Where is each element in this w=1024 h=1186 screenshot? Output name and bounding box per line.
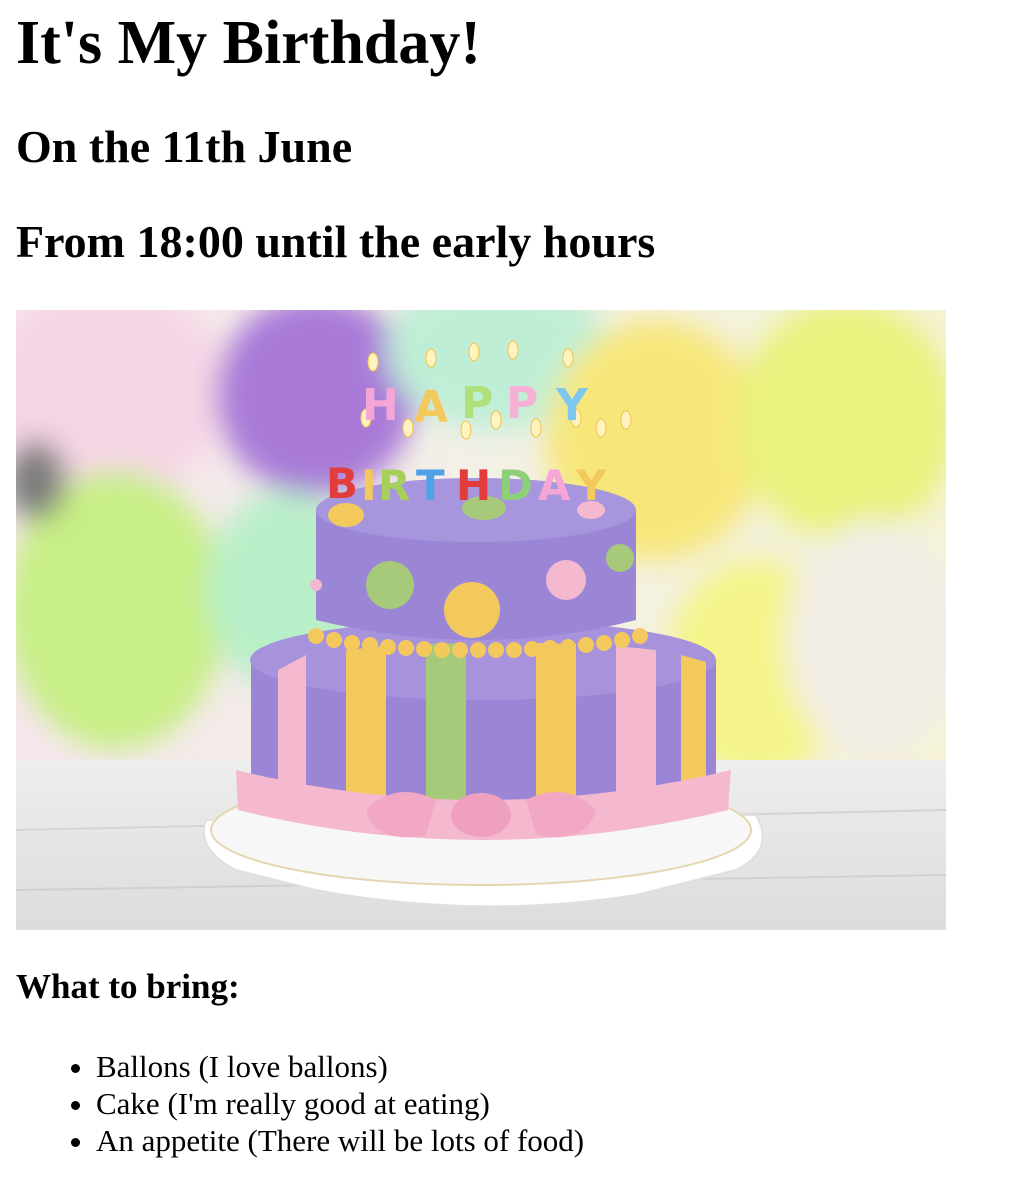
- page-title: It's My Birthday!: [16, 9, 481, 77]
- bring-heading: What to bring:: [16, 967, 240, 1006]
- svg-text:P: P: [506, 378, 538, 429]
- bring-list: Ballons (I love ballons) Cake (I'm reall…: [16, 1048, 584, 1159]
- svg-text:I: I: [361, 461, 377, 510]
- page: It's My Birthday! On the 11th June From …: [0, 0, 1024, 1186]
- svg-text:H: H: [362, 380, 399, 431]
- list-item: Ballons (I love ballons): [96, 1048, 584, 1085]
- svg-text:R: R: [378, 461, 410, 510]
- birthday-cake-image: H A P P Y B I R T H D A Y: [16, 310, 946, 930]
- event-date: On the 11th June: [16, 121, 353, 172]
- svg-text:H: H: [456, 461, 491, 510]
- birthday-cake-illustration: H A P P Y B I R T H D A Y: [16, 310, 946, 930]
- svg-text:Y: Y: [555, 380, 589, 431]
- svg-text:A: A: [538, 461, 571, 510]
- svg-text:Y: Y: [575, 461, 607, 510]
- svg-text:B: B: [326, 459, 358, 508]
- svg-text:T: T: [416, 461, 445, 510]
- list-item: An appetite (There will be lots of food): [96, 1122, 584, 1159]
- list-item: Cake (I'm really good at eating): [96, 1085, 584, 1122]
- event-time: From 18:00 until the early hours: [16, 216, 656, 267]
- svg-text:P: P: [461, 378, 493, 429]
- svg-text:A: A: [414, 382, 448, 433]
- svg-text:D: D: [498, 461, 533, 510]
